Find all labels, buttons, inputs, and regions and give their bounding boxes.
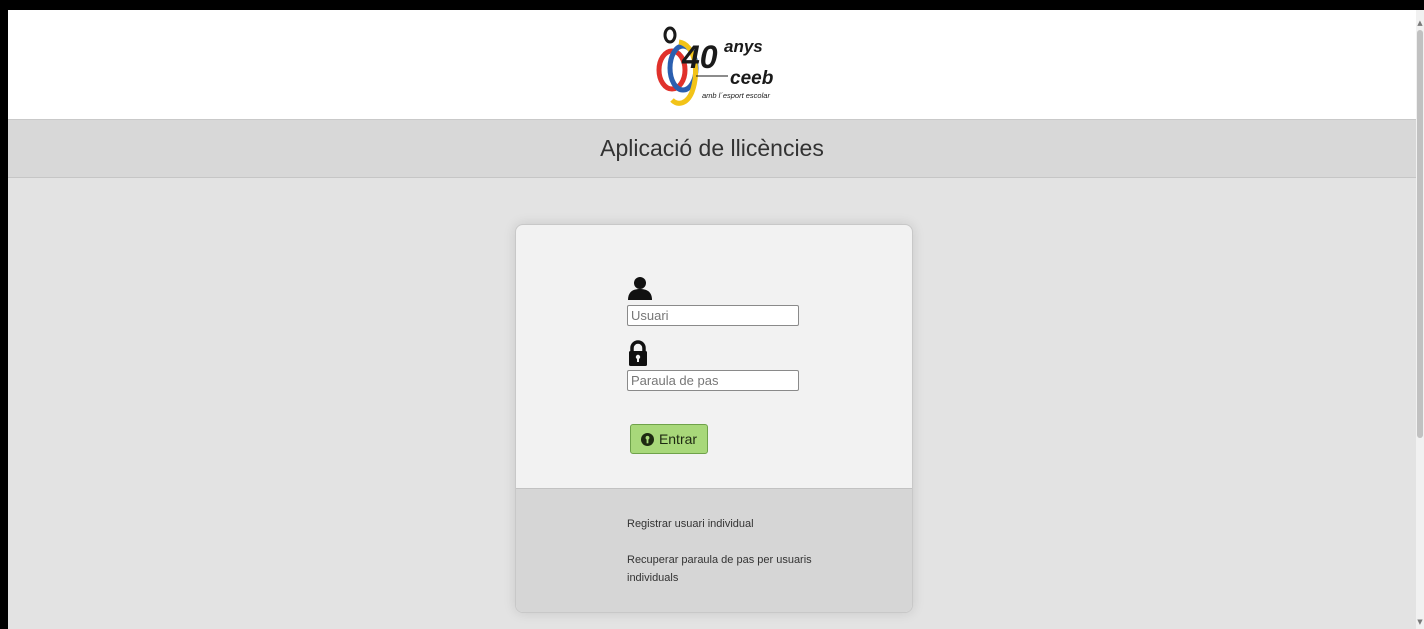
logo-tagline: amb l´esport escolar [702, 91, 770, 100]
logo-number: 40 [681, 39, 718, 75]
logo-anys: anys [724, 37, 763, 56]
scroll-down-icon[interactable]: ▼ [1416, 617, 1424, 627]
page-title: Aplicació de llicències [600, 135, 824, 161]
ceeb-40-anys-logo: 40 anys ceeb amb l´esport escolar [656, 26, 774, 106]
lock-icon [629, 340, 647, 366]
scroll-up-icon[interactable]: ▲ [1416, 18, 1424, 28]
key-circle-icon [640, 432, 654, 446]
register-user-link[interactable]: Registrar usuari individual [627, 515, 827, 533]
login-button-label: Entrar [658, 431, 698, 447]
login-button[interactable]: Entrar [630, 424, 708, 454]
vertical-scrollbar[interactable]: ▲ ▼ [1416, 10, 1424, 629]
header-bar: 40 anys ceeb amb l´esport escolar [8, 10, 1416, 120]
username-input[interactable] [627, 305, 799, 326]
logo-org: ceeb [730, 68, 774, 89]
recover-password-link[interactable]: Recuperar paraula de pas per usuaris ind… [627, 551, 827, 587]
login-panel: Entrar Registrar usuari individual Recup… [515, 224, 913, 613]
scrollbar-thumb[interactable] [1417, 30, 1423, 438]
app-window: 40 anys ceeb amb l´esport escolar Aplica… [8, 10, 1416, 629]
user-icon [628, 277, 652, 300]
password-input[interactable] [627, 370, 799, 391]
title-bar: Aplicació de llicències [8, 120, 1416, 178]
